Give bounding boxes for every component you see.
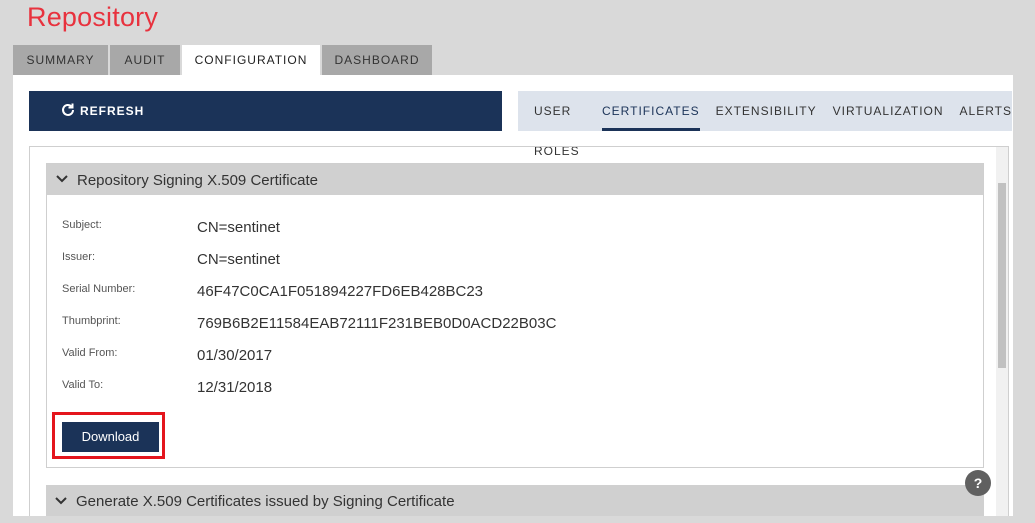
tab-certificates[interactable]: CERTIFICATES [602,91,700,131]
certificates-content: Repository Signing X.509 Certificate Sub… [29,146,1009,516]
issuer-value: CN=sentinet [197,251,280,268]
generate-certificates-title: Generate X.509 Certificates issued by Si… [76,493,455,510]
serial-number-label: Serial Number: [62,283,136,295]
tab-user-roles[interactable]: USER ROLES [534,91,586,158]
valid-from-label: Valid From: [62,347,118,359]
valid-from-value: 01/30/2017 [197,347,273,364]
config-sub-tab-bar: USER ROLES CERTIFICATES EXTENSIBILITY VI… [518,91,1012,158]
refresh-icon [62,103,74,116]
tab-summary[interactable]: SUMMARY [13,45,108,75]
serial-number-value: 46F47C0CA1F051894227FD6EB428BC23 [197,283,484,300]
valid-to-label: Valid To: [62,379,104,391]
tab-dashboard[interactable]: DASHBOARD [322,45,432,75]
section-title: Repository Signing X.509 Certificate [77,172,318,189]
chevron-down-icon [56,175,68,183]
tab-extensibility[interactable]: EXTENSIBILITY [716,91,817,131]
issuer-label: Issuer: [62,251,96,263]
scrollbar-thumb[interactable] [998,183,1006,368]
subject-value: CN=sentinet [197,219,280,236]
help-button[interactable]: ? [965,470,991,496]
valid-to-value: 12/31/2018 [197,379,273,396]
tab-configuration[interactable]: CONFIGURATION [182,45,320,75]
tab-virtualization[interactable]: VIRTUALIZATION [833,91,944,131]
refresh-button[interactable]: REFRESH [29,91,502,131]
tab-alerts[interactable]: ALERTS [960,91,1012,131]
chevron-down-icon [55,497,67,505]
signing-certificate-header[interactable]: Repository Signing X.509 Certificate [47,164,983,195]
signing-certificate-section: Repository Signing X.509 Certificate Sub… [46,163,984,468]
configuration-panel: REFRESH USER ROLES CERTIFICATES EXTENSIB… [13,75,1013,516]
thumbprint-label: Thumbprint: [62,315,121,327]
refresh-label: REFRESH [80,104,145,118]
thumbprint-value: 769B6B2E11584EAB72111F231BEB0D0ACD22B03C [197,315,557,332]
main-tab-bar: SUMMARY AUDIT CONFIGURATION DASHBOARD [13,45,434,75]
tab-audit[interactable]: AUDIT [110,45,180,75]
vertical-scrollbar[interactable] [996,147,1008,516]
subject-label: Subject: [62,219,102,231]
app-title: Repository [27,2,159,32]
download-button[interactable]: Download [62,422,159,452]
generate-certificates-section[interactable]: Generate X.509 Certificates issued by Si… [46,485,984,516]
